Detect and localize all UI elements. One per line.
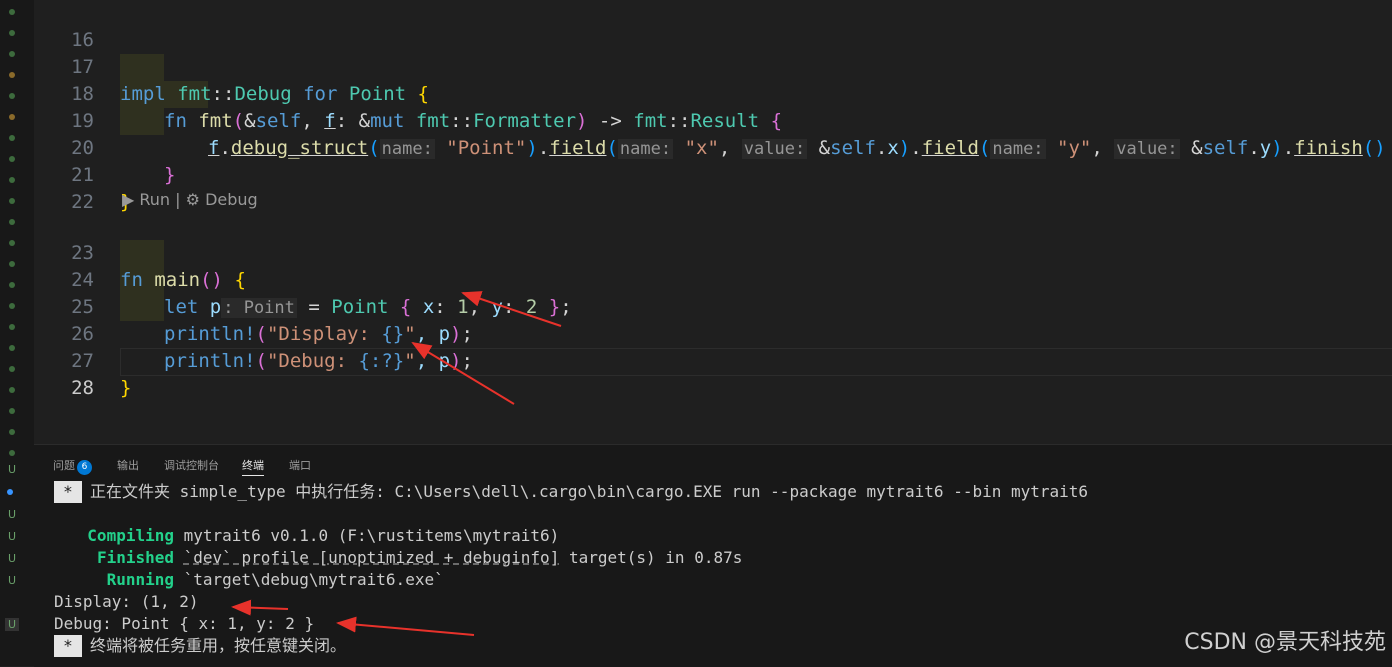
arrow-to-display-println bbox=[461, 291, 562, 327]
arrow-to-debug-output bbox=[336, 616, 475, 636]
annotation-arrows bbox=[231, 291, 562, 636]
arrow-to-debug-println bbox=[411, 341, 515, 405]
arrow-to-display-output bbox=[231, 599, 289, 616]
